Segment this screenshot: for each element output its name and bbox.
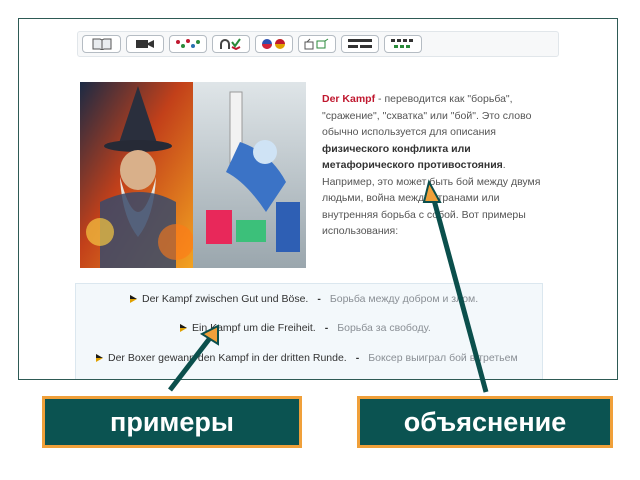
example-separator: - bbox=[355, 352, 360, 364]
example-row: Der Boxer gewann den Kampf in der dritte… bbox=[96, 352, 518, 364]
german-flag-icon bbox=[180, 324, 187, 332]
german-flag-icon bbox=[96, 354, 103, 362]
language-flags-icon bbox=[262, 39, 285, 49]
example-separator: - bbox=[324, 322, 329, 334]
explanation-keyword: Der Kampf bbox=[322, 93, 376, 105]
scramble-button[interactable] bbox=[169, 35, 207, 53]
sentence-blocks-button[interactable] bbox=[341, 35, 379, 53]
thumbs-icon bbox=[304, 38, 329, 50]
book-icon bbox=[92, 38, 111, 50]
word-explanation: Der Kampf - переводится как "борьба", "с… bbox=[322, 91, 544, 240]
illustration-image bbox=[80, 82, 306, 268]
examples-box: Der Kampf zwischen Gut und Böse. - Борьб… bbox=[75, 283, 543, 379]
video-camera-icon bbox=[136, 40, 154, 48]
exercise-toolbar bbox=[77, 31, 559, 57]
video-button[interactable] bbox=[126, 35, 164, 53]
example-russian: Борьба между добром и злом. bbox=[329, 293, 479, 305]
example-german: Ein Kampf um die Freiheit. bbox=[192, 322, 316, 334]
explanation-bold-text: физического конфликта или метафорическог… bbox=[322, 142, 503, 172]
example-russian: Боксер выиграл бой в третьем bbox=[368, 352, 518, 364]
example-russian: Борьба за свободу. bbox=[337, 322, 431, 334]
german-flag-icon bbox=[130, 295, 137, 303]
example-german: Der Kampf zwischen Gut und Böse. bbox=[142, 293, 309, 305]
examples-callout: примеры bbox=[42, 396, 302, 448]
example-row: Ein Kampf um die Freiheit. - Борьба за с… bbox=[180, 322, 431, 334]
lesson-frame: Der Kampf - переводится как "борьба", "с… bbox=[18, 18, 618, 380]
dots-icon bbox=[391, 39, 413, 48]
dots-button[interactable] bbox=[384, 35, 422, 53]
thumbs-button[interactable] bbox=[298, 35, 336, 53]
example-row: Der Kampf zwischen Gut und Böse. - Борьб… bbox=[130, 293, 478, 305]
language-flags-button[interactable] bbox=[255, 35, 293, 53]
magnet-check-icon bbox=[220, 38, 241, 50]
sentence-blocks-icon bbox=[348, 39, 372, 48]
explanation-callout: объяснение bbox=[357, 396, 613, 448]
scramble-icon bbox=[176, 39, 200, 48]
example-separator: - bbox=[317, 293, 321, 305]
book-button[interactable] bbox=[82, 35, 121, 53]
magnet-check-button[interactable] bbox=[212, 35, 250, 53]
example-german: Der Boxer gewann den Kampf in der dritte… bbox=[108, 352, 347, 364]
